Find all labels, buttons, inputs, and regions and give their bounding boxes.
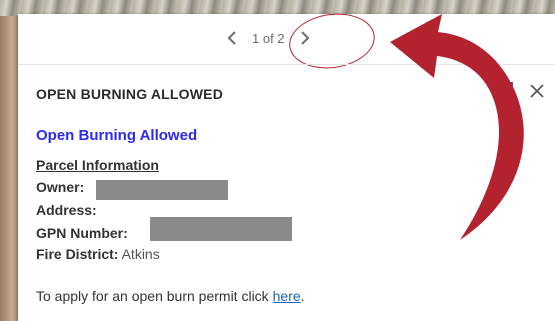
apply-here-link[interactable]: here [273, 288, 301, 304]
apply-period: . [300, 288, 305, 304]
previous-feature-button[interactable] [222, 28, 242, 48]
fire-district-label: Fire District: [36, 246, 119, 262]
apply-text: To apply for an open burn permit click h… [36, 288, 305, 304]
address-row: Address: [36, 202, 97, 218]
popup-subtitle: Open Burning Allowed [36, 127, 198, 144]
chevron-left-icon [227, 31, 236, 45]
owner-label: Owner: [36, 179, 85, 195]
address-label: Address: [36, 202, 97, 218]
owner-redaction [96, 180, 228, 200]
feature-count: 1 of 2 [252, 30, 285, 46]
parcel-info-heading: Parcel Information [36, 157, 159, 173]
owner-row: Owner: [36, 179, 84, 195]
fire-district-row: Fire District: Atkins [36, 246, 160, 262]
gpn-row: GPN Number: [36, 225, 128, 241]
curved-arrow-icon [390, 14, 524, 240]
popup-title: OPEN BURNING ALLOWED [36, 86, 224, 102]
gpn-redaction [150, 217, 292, 241]
gpn-label: GPN Number: [36, 225, 128, 241]
apply-prompt: To apply for an open burn permit click [36, 288, 273, 304]
fire-district-value: Atkins [121, 246, 160, 262]
